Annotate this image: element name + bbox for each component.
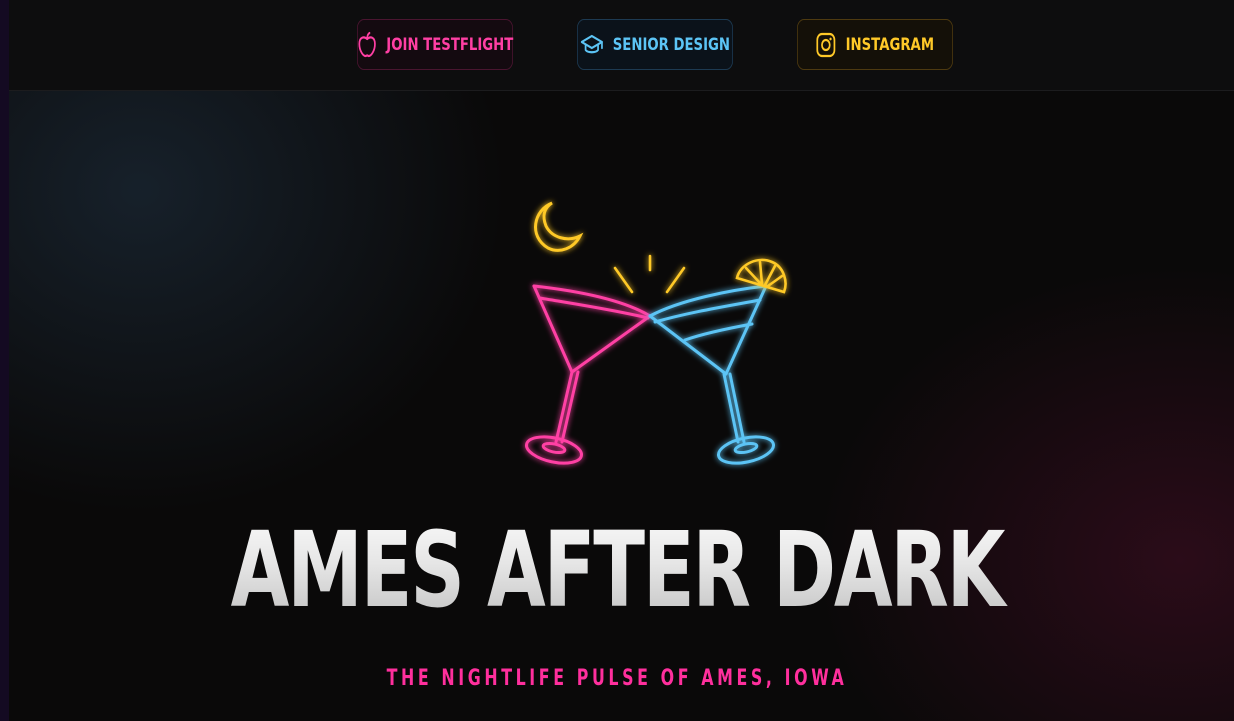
site-tagline: THE NIGHTLIFE PULSE OF AMES, IOWA <box>386 666 848 691</box>
join-testflight-button[interactable]: JOIN TESTFLIGHT <box>357 19 513 70</box>
graduation-cap-icon <box>580 33 603 57</box>
senior-design-button[interactable]: SENIOR DESIGN <box>577 19 733 70</box>
instagram-label: INSTAGRAM <box>845 34 935 55</box>
top-navigation-bar: JOIN TESTFLIGHT SENIOR DESIGN INSTAGRAM <box>9 0 1234 91</box>
join-testflight-label: JOIN TESTFLIGHT <box>386 34 514 55</box>
neon-cocktail-illustration <box>500 190 810 480</box>
sparkle-icon <box>613 254 686 294</box>
cocktail-glass-icon <box>524 284 652 465</box>
instagram-button[interactable]: INSTAGRAM <box>797 19 953 70</box>
moon-icon <box>534 201 584 252</box>
senior-design-label: SENIOR DESIGN <box>612 34 731 55</box>
instagram-icon <box>816 32 836 58</box>
cocktail-glass-icon <box>648 284 776 465</box>
apple-icon <box>357 31 377 59</box>
window-edge <box>0 0 9 721</box>
site-title: AMES AFTER DARK <box>167 500 1068 640</box>
